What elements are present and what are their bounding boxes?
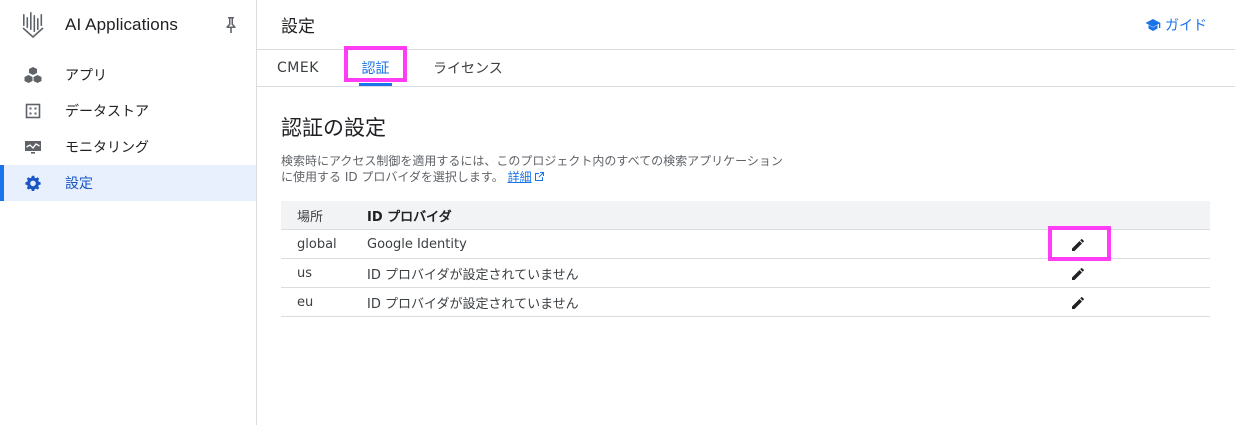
tab-bar: CMEK 認証 ライセンス — [257, 46, 1235, 87]
datastore-icon — [24, 102, 42, 120]
table-header: 場所 ID プロバイダ — [281, 201, 1210, 230]
sidebar-item-apps[interactable]: アプリ — [0, 57, 256, 93]
guide-button[interactable]: ガイド — [1145, 15, 1207, 35]
top-bar: 設定 ガイド — [257, 0, 1235, 50]
sidebar-item-label: モニタリング — [65, 140, 149, 156]
school-icon — [1145, 18, 1161, 32]
cubes-icon — [24, 66, 42, 84]
tab-authentication[interactable]: 認証 — [343, 46, 408, 86]
app-title: AI Applications — [65, 15, 179, 34]
auth-settings-section: 認証の設定 検索時にアクセス制御を適用するには、このプロジェクト内のすべての検索… — [257, 112, 1235, 317]
description-line-1: 検索時にアクセス制御を適用するには、このプロジェクト内のすべての検索アプリケーシ… — [281, 154, 783, 168]
tab-label: CMEK — [277, 60, 319, 76]
description-line-2: に使用する ID プロバイダを選択します。 — [281, 170, 504, 184]
table-row: eu ID プロバイダが設定されていません — [281, 288, 1210, 317]
column-header-id-provider: ID プロバイダ — [367, 209, 452, 225]
table-row: global Google Identity — [281, 226, 1210, 261]
tab-label: 認証 — [361, 61, 390, 77]
id-provider-table: 場所 ID プロバイダ global Google Identity us ID… — [281, 201, 1210, 317]
ai-applications-logo-icon — [21, 12, 45, 38]
edit-pencil-icon[interactable] — [1069, 294, 1087, 312]
sidebar-item-label: データストア — [65, 104, 149, 120]
section-description: 検索時にアクセス制御を適用するには、このプロジェクト内のすべての検索アプリケーシ… — [281, 153, 801, 185]
monitoring-icon — [24, 138, 42, 156]
column-header-location: 場所 — [297, 209, 324, 225]
gear-icon — [24, 174, 42, 192]
guide-label: ガイド — [1165, 18, 1207, 34]
main-content: 設定 ガイド CMEK 認証 ライセンス 認証の設定 検索時にアクセス制御を適用… — [257, 0, 1235, 425]
provider-cell: ID プロバイダが設定されていません — [367, 267, 579, 283]
sidebar-item-monitoring[interactable]: モニタリング — [0, 129, 256, 165]
sidebar-item-settings[interactable]: 設定 — [0, 165, 256, 201]
location-cell: global — [297, 236, 337, 252]
sidebar-nav: アプリ データストア モニタリング 設定 — [0, 57, 256, 201]
edit-pencil-icon[interactable] — [1069, 265, 1087, 283]
sidebar-item-label: アプリ — [65, 68, 107, 84]
sidebar-header: AI Applications — [0, 0, 256, 50]
external-link-icon — [534, 170, 545, 181]
app-window: AI Applications アプリ データストア モニタリング 設定 設定 … — [0, 0, 1235, 425]
sidebar-item-label: 設定 — [65, 176, 93, 192]
tab-cmek[interactable]: CMEK — [277, 50, 337, 86]
provider-cell: Google Identity — [367, 236, 467, 252]
tab-label: ライセンス — [433, 61, 503, 77]
table-row: us ID プロバイダが設定されていません — [281, 259, 1210, 288]
location-cell: eu — [297, 294, 314, 310]
pin-icon[interactable] — [224, 16, 238, 34]
section-title: 認証の設定 — [281, 116, 386, 140]
provider-cell: ID プロバイダが設定されていません — [367, 296, 579, 312]
learn-more-label: 詳細 — [507, 170, 532, 184]
sidebar: AI Applications アプリ データストア モニタリング 設定 — [0, 0, 257, 425]
location-cell: us — [297, 265, 313, 281]
tab-selected-indicator — [359, 83, 392, 86]
learn-more-link[interactable]: 詳細 — [508, 170, 545, 184]
sidebar-item-datastore[interactable]: データストア — [0, 93, 256, 129]
tab-license[interactable]: ライセンス — [433, 50, 503, 86]
page-title: 設定 — [281, 17, 315, 37]
edit-pencil-icon[interactable] — [1069, 236, 1087, 254]
